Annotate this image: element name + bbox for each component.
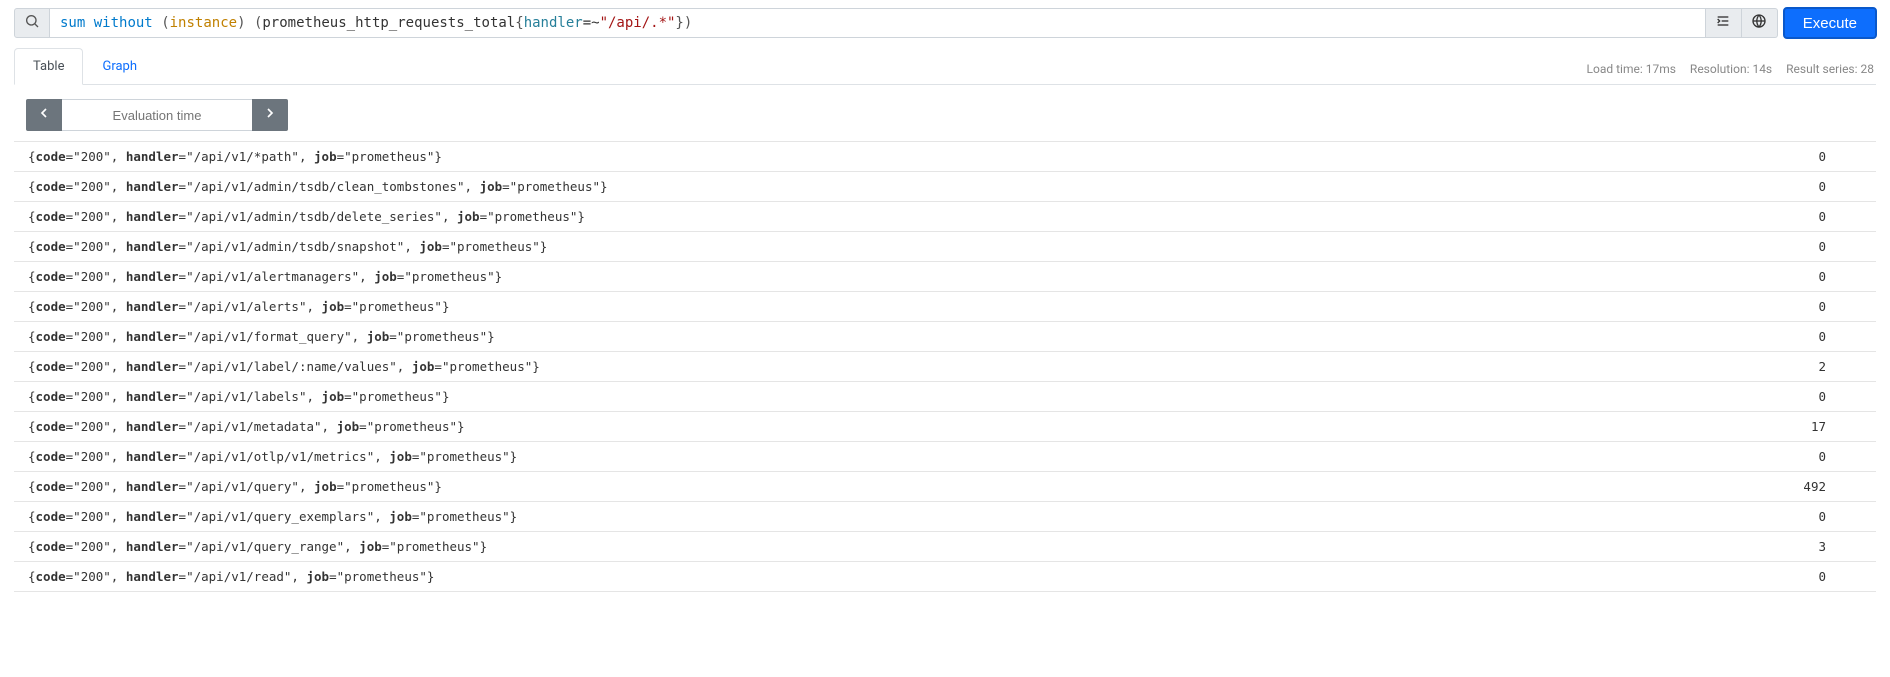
metric-cell: {code="200", handler="/api/v1/query_rang…: [28, 539, 1786, 554]
value-cell: 0: [1786, 179, 1866, 194]
evaluation-time-input[interactable]: [62, 99, 252, 131]
table-row[interactable]: {code="200", handler="/api/v1/format_que…: [14, 322, 1876, 352]
metric-cell: {code="200", handler="/api/v1/alertmanag…: [28, 269, 1786, 284]
value-cell: 2: [1786, 359, 1866, 374]
metric-cell: {code="200", handler="/api/v1/label/:nam…: [28, 359, 1786, 374]
metric-cell: {code="200", handler="/api/v1/format_que…: [28, 329, 1786, 344]
metric-cell: {code="200", handler="/api/v1/labels", j…: [28, 389, 1786, 404]
search-icon: [24, 13, 40, 33]
table-row[interactable]: {code="200", handler="/api/v1/metadata",…: [14, 412, 1876, 442]
eval-time-prev-button[interactable]: [26, 99, 62, 131]
chevron-left-icon: [36, 105, 52, 125]
promql-expression-input[interactable]: sum without (instance) (prometheus_http_…: [50, 8, 1706, 38]
value-cell: 0: [1786, 509, 1866, 524]
value-cell: 0: [1786, 269, 1866, 284]
globe-icon: [1751, 13, 1767, 33]
table-row[interactable]: {code="200", handler="/api/v1/*path", jo…: [14, 142, 1876, 172]
table-row[interactable]: {code="200", handler="/api/v1/read", job…: [14, 562, 1876, 592]
metric-cell: {code="200", handler="/api/v1/read", job…: [28, 569, 1786, 584]
value-cell: 0: [1786, 569, 1866, 584]
table-row[interactable]: {code="200", handler="/api/v1/labels", j…: [14, 382, 1876, 412]
stat-result-series: Result series: 28: [1786, 62, 1874, 76]
metric-cell: {code="200", handler="/api/v1/query", jo…: [28, 479, 1786, 494]
table-row[interactable]: {code="200", handler="/api/v1/admin/tsdb…: [14, 202, 1876, 232]
value-cell: 17: [1786, 419, 1866, 434]
table-row[interactable]: {code="200", handler="/api/v1/admin/tsdb…: [14, 172, 1876, 202]
metric-cell: {code="200", handler="/api/v1/otlp/v1/me…: [28, 449, 1786, 464]
eval-time-next-button[interactable]: [252, 99, 288, 131]
kw-without: without: [94, 15, 153, 31]
format-expression-button[interactable]: [1706, 8, 1742, 38]
metric-cell: {code="200", handler="/api/v1/query_exem…: [28, 509, 1786, 524]
metric-cell: {code="200", handler="/api/v1/admin/tsdb…: [28, 209, 1786, 224]
results-table: {code="200", handler="/api/v1/*path", jo…: [14, 141, 1876, 592]
globe-button[interactable]: [1742, 8, 1778, 38]
stat-resolution: Resolution: 14s: [1690, 62, 1772, 76]
value-cell: 0: [1786, 449, 1866, 464]
value-cell: 492: [1786, 479, 1866, 494]
value-cell: 0: [1786, 299, 1866, 314]
value-cell: 0: [1786, 329, 1866, 344]
tab-graph[interactable]: Graph: [83, 48, 156, 85]
value-cell: 0: [1786, 389, 1866, 404]
indent-icon: [1715, 13, 1731, 33]
table-row[interactable]: {code="200", handler="/api/v1/query", jo…: [14, 472, 1876, 502]
value-cell: 0: [1786, 149, 1866, 164]
tab-table[interactable]: Table: [14, 48, 83, 85]
table-row[interactable]: {code="200", handler="/api/v1/query_exem…: [14, 502, 1876, 532]
metric-cell: {code="200", handler="/api/v1/alerts", j…: [28, 299, 1786, 314]
value-cell: 0: [1786, 239, 1866, 254]
table-row[interactable]: {code="200", handler="/api/v1/otlp/v1/me…: [14, 442, 1876, 472]
query-stats: Load time: 17ms Resolution: 14s Result s…: [1587, 62, 1876, 84]
chevron-right-icon: [262, 105, 278, 125]
stat-load-time: Load time: 17ms: [1587, 62, 1676, 76]
table-row[interactable]: {code="200", handler="/api/v1/label/:nam…: [14, 352, 1876, 382]
metric-cell: {code="200", handler="/api/v1/metadata",…: [28, 419, 1786, 434]
metric-cell: {code="200", handler="/api/v1/admin/tsdb…: [28, 239, 1786, 254]
expression-search-button[interactable]: [14, 8, 50, 38]
table-row[interactable]: {code="200", handler="/api/v1/admin/tsdb…: [14, 232, 1876, 262]
metric-cell: {code="200", handler="/api/v1/*path", jo…: [28, 149, 1786, 164]
table-row[interactable]: {code="200", handler="/api/v1/query_rang…: [14, 532, 1876, 562]
execute-button[interactable]: Execute: [1784, 8, 1876, 38]
value-cell: 3: [1786, 539, 1866, 554]
table-row[interactable]: {code="200", handler="/api/v1/alertmanag…: [14, 262, 1876, 292]
metric-cell: {code="200", handler="/api/v1/admin/tsdb…: [28, 179, 1786, 194]
table-row[interactable]: {code="200", handler="/api/v1/alerts", j…: [14, 292, 1876, 322]
kw-sum: sum: [60, 15, 85, 31]
value-cell: 0: [1786, 209, 1866, 224]
